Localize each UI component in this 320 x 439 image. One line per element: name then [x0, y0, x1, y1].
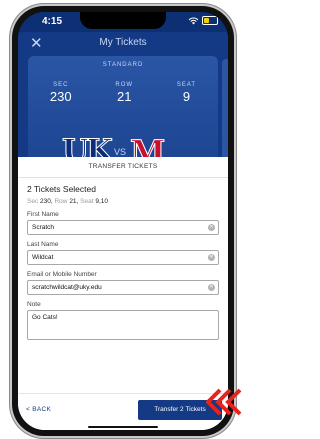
ticket-card[interactable]: STANDARD SEC 230 ROW 21 SEAT 9 UK VS M [28, 56, 218, 172]
last-name-value: Wildcat [32, 254, 54, 261]
vs-label: VS [114, 147, 127, 157]
sec-summary-value: 230, [40, 198, 53, 205]
row-value: 21 [116, 89, 132, 104]
tickets-selected-count: 2 Tickets Selected [27, 184, 96, 194]
first-name-field[interactable]: Scratch ✕ [27, 220, 219, 235]
sheet-title: TRANSFER TICKETS [18, 157, 228, 178]
email-field[interactable]: scratchwildcat@uky.edu ✕ [27, 280, 219, 295]
row-summary-label: Row [54, 198, 68, 205]
email-label: Email or Mobile Number [27, 271, 97, 278]
ticket-location: SEC 230 ROW 21 SEAT 9 [28, 82, 218, 104]
ticket-type: STANDARD [102, 62, 144, 68]
transfer-form: 2 Tickets Selected Sec 230, Row 21, Seat… [18, 178, 228, 340]
last-name-label: Last Name [27, 241, 59, 248]
note-field[interactable]: Go Cats! [27, 310, 219, 340]
email-value: scratchwildcat@uky.edu [32, 284, 102, 291]
sec-label: SEC [53, 82, 69, 88]
status-time: 4:15 [42, 16, 63, 27]
transfer-sheet: TRANSFER TICKETS 2 Tickets Selected Sec … [18, 157, 228, 430]
sec-value: 230 [49, 89, 72, 104]
wifi-icon [188, 17, 199, 25]
seat-summary-value: 9,10 [95, 198, 109, 205]
next-ticket-peek[interactable] [222, 59, 228, 163]
last-name-field[interactable]: Wildcat ✕ [27, 250, 219, 265]
clear-icon[interactable]: ✕ [208, 284, 215, 291]
ticket-seat: SEAT 9 [177, 82, 196, 104]
seat-label: SEAT [176, 82, 197, 88]
sec-summary-label: Sec [27, 198, 39, 205]
clear-icon[interactable]: ✕ [208, 224, 215, 231]
note-label: Note [27, 301, 41, 308]
page-title: My Tickets [99, 37, 147, 48]
phone-frame: 4:15 ✕ My Tickets STANDARD SEC 230 ROW 2… [12, 6, 234, 436]
seat-summary-label: Seat [80, 198, 94, 205]
seat-value: 9 [182, 89, 191, 104]
arrow-indicator-icon [206, 388, 242, 416]
battery-icon [202, 16, 218, 25]
row-label: ROW [115, 82, 134, 88]
ticket-sec: SEC 230 [50, 82, 72, 104]
back-button[interactable]: < BACK [26, 406, 51, 413]
app-header: ✕ My Tickets [18, 32, 228, 54]
first-name-label: First Name [27, 211, 59, 218]
clear-icon[interactable]: ✕ [208, 254, 215, 261]
first-name-value: Scratch [32, 224, 55, 231]
bottom-action-bar: < BACK Transfer 2 Tickets [18, 393, 228, 430]
screen: 4:15 ✕ My Tickets STANDARD SEC 230 ROW 2… [18, 12, 228, 430]
phone-notch [80, 12, 166, 29]
ticket-row: ROW 21 [115, 82, 133, 104]
home-indicator [88, 426, 158, 428]
seat-summary: Sec 230, Row 21, Seat 9,10 [27, 198, 219, 205]
status-icons [188, 16, 218, 25]
row-summary-value: 21, [69, 198, 79, 205]
